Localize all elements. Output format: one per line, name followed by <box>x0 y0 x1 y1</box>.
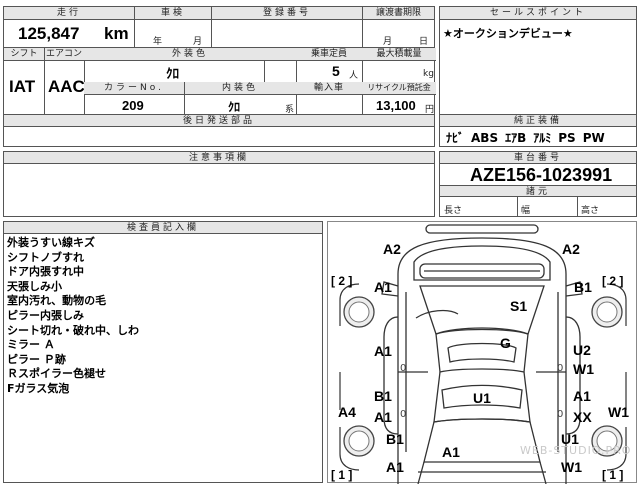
inspector-notes-label: 検査員記入欄 <box>4 222 322 234</box>
inspector-notes-panel: 検査員記入欄 外装うすい線キズ シフトノブすれ ドア内張すれ中 天張しみ小 室内… <box>3 221 323 483</box>
mark-xx: XX <box>573 409 592 425</box>
note-item: シフトノブすれ <box>7 250 84 264</box>
genuine-equipment-list: ﾅﾋﾞ ABS ｴｱB ｱﾙﾐ PS PW <box>446 129 605 146</box>
transfer-deadline-label: 譲渡書期限 <box>363 7 434 20</box>
equip-airbag: ｴｱB <box>505 131 527 145</box>
mark-a1-bottom-left: A1 <box>386 459 404 475</box>
mileage-value: 125,847 <box>18 24 80 43</box>
shift-label: シフト <box>4 48 44 61</box>
mark-a1-front-left: A1 <box>374 279 392 295</box>
transfer-month-unit: 月 <box>383 37 393 47</box>
specs-label: 諸元 <box>440 185 636 197</box>
later-parts-panel: 後日発送部品 <box>3 114 435 147</box>
note-item: シート切れ・破れ中、しわ <box>7 323 139 337</box>
mileage-unit: km <box>104 24 129 43</box>
mark-u1-center: U1 <box>473 390 491 406</box>
note-item: ミラー Ａ <box>7 338 55 352</box>
chassis-panel: 車台番号 AZE156-1023991 諸元 長さ 幅 高さ <box>439 151 637 217</box>
mileage-cell: 走行 125,847 km <box>3 6 135 48</box>
mark-a2-right: A2 <box>562 241 580 257</box>
inspection-month-unit: 月 <box>193 37 203 47</box>
note-item: 天張しみ小 <box>7 279 62 293</box>
capacity-label: 乗車定員 <box>296 48 362 61</box>
length-label: 長さ <box>444 206 463 216</box>
mark-b1-rear-left: B1 <box>374 388 392 404</box>
registration-label: 登録番号 <box>212 7 362 20</box>
note-item: ピラー Ｐ跡 <box>7 352 66 366</box>
import-label: 輸入車 <box>296 82 362 95</box>
mark-a2-left: A2 <box>383 241 401 257</box>
mark-zero-3: 0 <box>400 409 407 420</box>
width-label: 幅 <box>521 206 531 216</box>
inspection-year-unit: 年 <box>153 37 163 47</box>
equip-ps: PS <box>558 131 576 145</box>
spec-grid: シフト エアコン IAT AAC 外装色 ｸﾛ 乗車定員 5 人 最大積載量 k… <box>3 47 436 116</box>
transfer-deadline-cell: 譲渡書期限 月 日 <box>362 6 435 48</box>
max-load-label: 最大積載量 <box>362 48 436 61</box>
equip-nav: ﾅﾋﾞ <box>446 131 465 145</box>
inspection-cell: 車検 年 月 <box>134 6 212 48</box>
mark-g: G <box>500 335 511 351</box>
note-item: ピラー内張しみ <box>7 308 84 322</box>
mark-a1-rear-left: A1 <box>374 409 392 425</box>
int-color-value: ｸﾛ <box>228 100 241 114</box>
sales-point-panel: セールスポイント ★オークションデビュー★ <box>439 6 637 117</box>
height-label: 高さ <box>581 206 600 216</box>
mark-bracket-2-left: [ 2 ] <box>331 274 353 288</box>
genuine-equipment-panel: 純正装備 ﾅﾋﾞ ABS ｴｱB ｱﾙﾐ PS PW <box>439 114 637 147</box>
mark-zero-1: 0 <box>400 363 407 374</box>
mark-w1-bottom-right: W1 <box>561 459 582 475</box>
car-diagram-panel: A2 A2 [ 2 ] [ 2 ] A1 B1 S1 G A1 U2 0 0 W… <box>327 221 637 484</box>
ac-value: AAC <box>48 77 85 96</box>
cautions-label: 注意事項欄 <box>4 152 434 164</box>
watermark: WEB-STUDIO.PRO <box>520 444 632 457</box>
note-item: Fガラス気泡 <box>7 381 70 395</box>
mark-b1-bottom-left: B1 <box>386 431 404 447</box>
chassis-number: AZE156-1023991 <box>470 165 613 185</box>
genuine-equipment-label: 純正装備 <box>440 115 636 127</box>
capacity-value: 5 <box>332 63 340 79</box>
mark-w1-mid-right: W1 <box>573 361 594 377</box>
max-load-unit: kg <box>423 69 434 79</box>
inspector-notes-list: 外装うすい線キズ シフトノブすれ ドア内張すれ中 天張しみ小 室内汚れ、動物の毛… <box>7 236 139 397</box>
note-item: Ｒスポイラー色褪せ <box>7 367 106 381</box>
mark-zero-4: 0 <box>557 409 564 420</box>
sales-point-text: ★オークションデビュー★ <box>443 27 573 40</box>
later-parts-label: 後日発送部品 <box>4 115 434 127</box>
recycle-label: リサイクル預託金 <box>362 82 436 95</box>
mark-a1-low-right: A1 <box>573 388 591 404</box>
equip-pw: PW <box>582 131 605 145</box>
mark-w1-edge-right: W1 <box>608 404 629 420</box>
note-item: 外装うすい線キズ <box>7 236 95 249</box>
mark-zero-2: 0 <box>557 363 564 374</box>
mark-a1-mid-left: A1 <box>374 343 392 359</box>
mark-bracket-2-right: [ 2 ] <box>602 274 624 288</box>
recycle-value: 13,100 <box>376 98 416 113</box>
shift-value: IAT <box>9 77 36 96</box>
sales-point-label: セールスポイント <box>440 7 636 20</box>
ext-color-value: ｸﾛ <box>166 66 179 81</box>
capacity-unit: 人 <box>349 71 359 81</box>
chassis-label: 車台番号 <box>440 152 636 164</box>
equip-abs: ABS <box>471 131 499 145</box>
mark-a4: A4 <box>338 404 356 420</box>
ext-color-label: 外装色 <box>84 48 296 61</box>
mark-b1-front-right: B1 <box>574 279 592 295</box>
cautions-panel: 注意事項欄 <box>3 151 435 217</box>
int-color-label: 内装色 <box>184 82 296 95</box>
mark-s1: S1 <box>510 298 528 314</box>
ac-label: エアコン <box>44 48 84 61</box>
registration-cell: 登録番号 <box>211 6 363 48</box>
equip-alloy: ｱﾙﾐ <box>533 131 552 145</box>
transfer-day-unit: 日 <box>419 37 429 47</box>
mark-a1-bottom-center: A1 <box>442 444 460 460</box>
color-no-label: カラーNo. <box>84 82 184 95</box>
color-no-value: 209 <box>122 98 144 113</box>
note-item: 室内汚れ、動物の毛 <box>7 294 107 308</box>
inspection-label: 車検 <box>135 7 211 20</box>
note-item: ドア内張すれ中 <box>7 265 84 279</box>
mileage-label: 走行 <box>4 7 134 20</box>
mark-u2: U2 <box>573 342 591 358</box>
